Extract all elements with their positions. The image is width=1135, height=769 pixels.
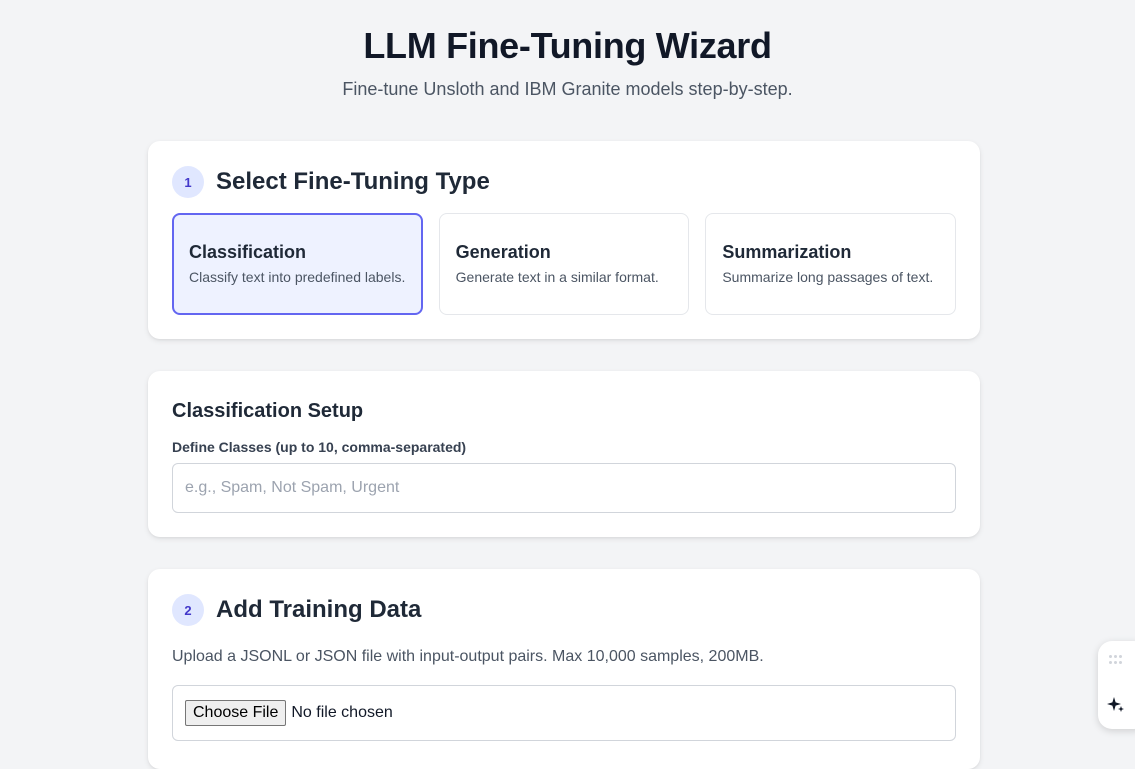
type-option-description: Summarize long passages of text.	[722, 269, 934, 285]
training-data-card: 2 Add Training Data Upload a JSONL or JS…	[148, 569, 980, 769]
step-number-badge: 2	[172, 594, 204, 626]
step-title: Add Training Data	[216, 596, 422, 623]
step-title: Select Fine-Tuning Type	[216, 168, 490, 195]
classification-setup-card: Classification Setup Define Classes (up …	[148, 371, 980, 537]
type-option-generation[interactable]: Generation Generate text in a similar fo…	[438, 213, 690, 315]
sparkle-icon[interactable]	[1107, 696, 1125, 719]
step-header: 2 Add Training Data	[172, 593, 956, 627]
step-header: 1 Select Fine-Tuning Type	[172, 165, 956, 199]
type-option-classification[interactable]: Classification Classify text into predef…	[172, 213, 423, 315]
section-title: Classification Setup	[172, 400, 364, 422]
floating-assistant-widget	[1098, 641, 1135, 729]
file-upload-field: Choose File No file chosen	[172, 685, 956, 741]
page-header: LLM Fine-Tuning Wizard Fine-tune Unsloth…	[0, 0, 1135, 102]
fine-tuning-type-card: 1 Select Fine-Tuning Type Classification…	[148, 141, 980, 339]
type-option-description: Generate text in a similar format.	[455, 269, 659, 285]
type-option-name: Generation	[455, 242, 551, 262]
page-subtitle: Fine-tune Unsloth and IBM Granite models…	[342, 79, 793, 99]
type-option-name: Summarization	[722, 242, 852, 262]
type-option-description: Classify text into predefined labels.	[189, 269, 406, 285]
upload-description: Upload a JSONL or JSON file with input-o…	[172, 648, 764, 665]
type-option-summarization[interactable]: Summarization Summarize long passages of…	[705, 213, 957, 315]
grip-icon[interactable]	[1109, 655, 1123, 665]
classes-label: Define Classes (up to 10, comma-separate…	[172, 439, 467, 455]
type-options: Classification Classify text into predef…	[172, 213, 957, 315]
choose-file-button[interactable]: Choose File	[185, 700, 287, 726]
type-option-name: Classification	[189, 242, 307, 262]
classes-input[interactable]	[172, 463, 956, 513]
step-number-badge: 1	[172, 166, 204, 198]
file-status: No file chosen	[291, 704, 393, 721]
page-title: LLM Fine-Tuning Wizard	[363, 25, 772, 66]
